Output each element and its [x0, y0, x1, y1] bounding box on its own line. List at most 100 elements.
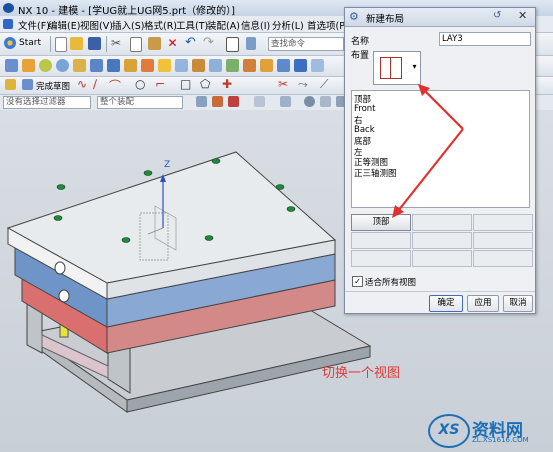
- sweep-icon[interactable]: [226, 59, 239, 72]
- mirror-icon[interactable]: [158, 59, 171, 72]
- close-icon[interactable]: ✕: [518, 9, 527, 22]
- pattern-icon[interactable]: [141, 59, 154, 72]
- layout-label: 布置: [351, 51, 370, 61]
- menu-tools[interactable]: 工具(T): [176, 18, 208, 32]
- hole-icon[interactable]: [56, 59, 69, 72]
- view-slot-1[interactable]: 顶部: [351, 214, 411, 231]
- start-button[interactable]: Start: [19, 38, 41, 48]
- view-slot-4[interactable]: [351, 232, 411, 249]
- list-item[interactable]: Front: [354, 104, 376, 114]
- offset-face-icon[interactable]: [209, 59, 222, 72]
- watermark-url: ZL.XS1616.COM: [472, 436, 529, 444]
- menu-edit[interactable]: 编辑(E): [48, 18, 80, 32]
- blend-icon[interactable]: [90, 59, 103, 72]
- sketch-icon[interactable]: [5, 59, 18, 72]
- layout-picker[interactable]: [373, 51, 410, 85]
- wireframe-icon[interactable]: [320, 96, 331, 107]
- nx-logo-icon: [3, 3, 14, 13]
- apply-button[interactable]: 应用: [467, 295, 499, 312]
- divider: [345, 291, 535, 292]
- paste-icon[interactable]: [148, 37, 161, 50]
- name-field[interactable]: LAY3: [439, 32, 531, 46]
- save-icon[interactable]: [88, 37, 101, 50]
- finish-sketch-button[interactable]: 完成草图: [36, 80, 70, 92]
- list-item[interactable]: 正三轴测图: [354, 167, 397, 179]
- dialog-title: 新建布局: [366, 14, 405, 25]
- dialog-title-bar: ⚙ 新建布局 ↺ ✕: [345, 8, 535, 27]
- view-list[interactable]: 顶部 Front 右 Back 底部 左 正等测图 正三轴测图: [351, 90, 530, 208]
- finish-sketch-icon[interactable]: [5, 79, 16, 90]
- chamfer-icon[interactable]: [107, 59, 120, 72]
- menu-view[interactable]: 视图(V): [80, 18, 113, 32]
- z-axis-label: Z: [164, 160, 171, 170]
- view-slot-8[interactable]: [412, 250, 472, 267]
- layer-icon[interactable]: [294, 59, 307, 72]
- copy-icon[interactable]: [130, 37, 142, 52]
- menu-insert[interactable]: 插入(S): [112, 18, 144, 32]
- redo-icon[interactable]: ↷: [203, 35, 214, 50]
- new-file-icon[interactable]: [55, 37, 67, 52]
- datum-plane-icon[interactable]: [175, 59, 188, 72]
- view-slot-5[interactable]: [412, 232, 472, 249]
- point-snap-icon[interactable]: [254, 96, 265, 107]
- menu-analysis[interactable]: 分析(L): [272, 18, 304, 32]
- open-folder-icon[interactable]: [70, 37, 83, 50]
- reset-icon[interactable]: ↺: [493, 10, 501, 21]
- line-icon[interactable]: ∕: [93, 77, 97, 91]
- synchronous-icon[interactable]: [260, 59, 273, 72]
- snap-icon[interactable]: [196, 96, 207, 107]
- menu-format[interactable]: 格式(R): [144, 18, 177, 32]
- cancel-button[interactable]: 取消: [503, 295, 533, 312]
- view-slot-7[interactable]: [351, 250, 411, 267]
- window-layout-icon[interactable]: [226, 37, 239, 52]
- sketch-flag-icon[interactable]: [22, 79, 33, 90]
- cut-icon[interactable]: ✂: [111, 36, 121, 50]
- trim-body-icon[interactable]: [192, 59, 205, 72]
- window-list-icon[interactable]: [246, 37, 256, 50]
- ok-button[interactable]: 确定: [429, 295, 463, 312]
- extend-icon[interactable]: ⤳: [298, 77, 308, 92]
- command-search-input[interactable]: 查找命令: [268, 37, 344, 51]
- rectangle-icon[interactable]: □: [180, 77, 191, 91]
- start-icon[interactable]: [4, 37, 16, 49]
- measure-icon[interactable]: [277, 59, 290, 72]
- layout-dropdown-icon[interactable]: ▾: [409, 51, 421, 85]
- deselect-icon[interactable]: [228, 96, 239, 107]
- shaded-icon[interactable]: [304, 96, 315, 107]
- select-filter-icon[interactable]: [212, 96, 223, 107]
- circle-icon[interactable]: ○: [135, 77, 145, 91]
- boolean-icon[interactable]: [73, 59, 86, 72]
- view-slot-6[interactable]: [473, 232, 533, 249]
- list-item[interactable]: Back: [354, 125, 375, 135]
- point-icon[interactable]: ✚: [222, 77, 232, 91]
- single-view-layout-icon: [380, 57, 402, 79]
- window-title: NX 10 - 建模 - [学UG就上UG网5.prt（修改的）]: [18, 6, 236, 17]
- watermark-logo-icon: XS: [428, 414, 470, 448]
- fit-all-checkbox[interactable]: ✓: [352, 276, 363, 287]
- shell-icon[interactable]: [124, 59, 137, 72]
- profile-icon[interactable]: ∿: [77, 77, 87, 91]
- menu-preferences[interactable]: 首选项(P): [307, 18, 349, 32]
- undo-icon[interactable]: ↶: [185, 35, 196, 50]
- polygon-icon[interactable]: ⬠: [200, 77, 210, 91]
- view-slot-2[interactable]: [412, 214, 472, 231]
- corner-icon[interactable]: ⟋: [320, 77, 328, 92]
- menu-icon[interactable]: [3, 19, 13, 29]
- delete-icon[interactable]: ✕: [166, 37, 179, 50]
- render-icon[interactable]: [311, 59, 324, 72]
- view-slot-9[interactable]: [473, 250, 533, 267]
- menu-info[interactable]: 信息(I): [241, 18, 270, 32]
- fillet-icon[interactable]: ⌐: [155, 77, 165, 91]
- fit-all-label: 适合所有视图: [365, 278, 417, 288]
- selection-filter-select[interactable]: 没有选择过滤器: [3, 96, 91, 109]
- assembly-scope-select[interactable]: 整个装配: [97, 96, 183, 109]
- menu-file[interactable]: 文件(F): [18, 18, 50, 32]
- extrude-icon[interactable]: [22, 59, 35, 72]
- thicken-icon[interactable]: [243, 59, 256, 72]
- view-slot-3[interactable]: [473, 214, 533, 231]
- view-fit-icon[interactable]: [280, 96, 291, 107]
- trim-icon[interactable]: ✂: [278, 77, 288, 91]
- menu-assembly[interactable]: 装配(A): [207, 18, 240, 32]
- arc-icon[interactable]: ⌒: [109, 77, 121, 94]
- revolve-icon[interactable]: [39, 59, 52, 72]
